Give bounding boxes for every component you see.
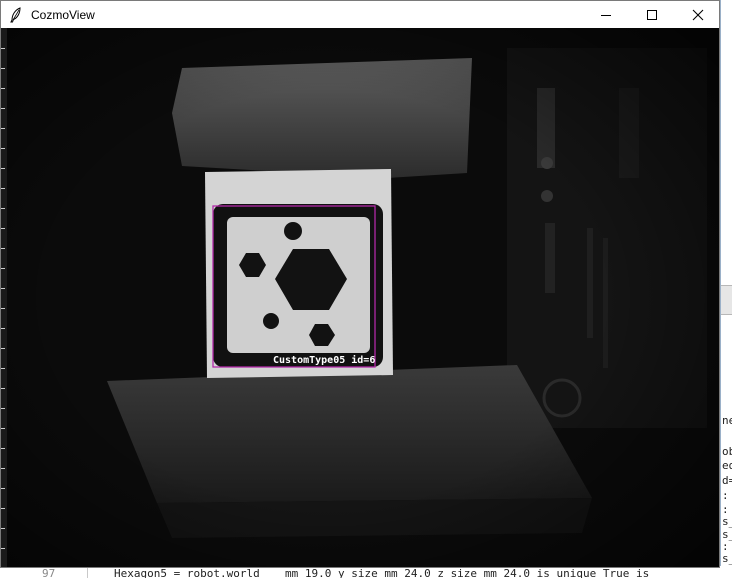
maximize-icon bbox=[647, 9, 657, 20]
code-text[interactable]: Hexagon5 = robot.world bbox=[114, 567, 260, 578]
camera-image: CustomType05 id=6 bbox=[7, 28, 719, 567]
close-icon bbox=[692, 9, 704, 20]
editor-fragment: : bbox=[722, 489, 729, 502]
window-title: CozmoView bbox=[31, 7, 95, 22]
minimize-button[interactable] bbox=[583, 1, 629, 28]
vignette bbox=[7, 28, 719, 567]
code-text[interactable]: mm 19.0 y_size_mm 24.0 z_size_mm 24.0 is… bbox=[285, 567, 649, 578]
feather-icon bbox=[10, 6, 21, 22]
editor-scrollbar-thumb[interactable] bbox=[721, 285, 732, 315]
title-bar[interactable]: CozmoView bbox=[1, 1, 719, 28]
detection-label: CustomType05 id=6 bbox=[273, 354, 375, 366]
close-button[interactable] bbox=[675, 1, 721, 28]
editor-fragment: s_ bbox=[722, 552, 732, 565]
minimize-icon bbox=[601, 14, 611, 16]
editor-right-edge: ne ob ed d= : : s_ s_ : s_ bbox=[720, 0, 732, 578]
line-number: 97 bbox=[42, 567, 56, 578]
editor-fragment: ob bbox=[722, 445, 732, 458]
camera-feed: CustomType05 id=6 bbox=[7, 28, 719, 567]
maximize-button[interactable] bbox=[629, 1, 675, 28]
editor-fragment: d= bbox=[722, 474, 732, 487]
editor-fragment: ne bbox=[722, 414, 732, 427]
cozmoview-window: CozmoView CustomType05 id=6 bbox=[0, 0, 720, 568]
editor-fragment: s_ bbox=[722, 515, 732, 528]
editor-fragment: ed bbox=[722, 459, 732, 472]
